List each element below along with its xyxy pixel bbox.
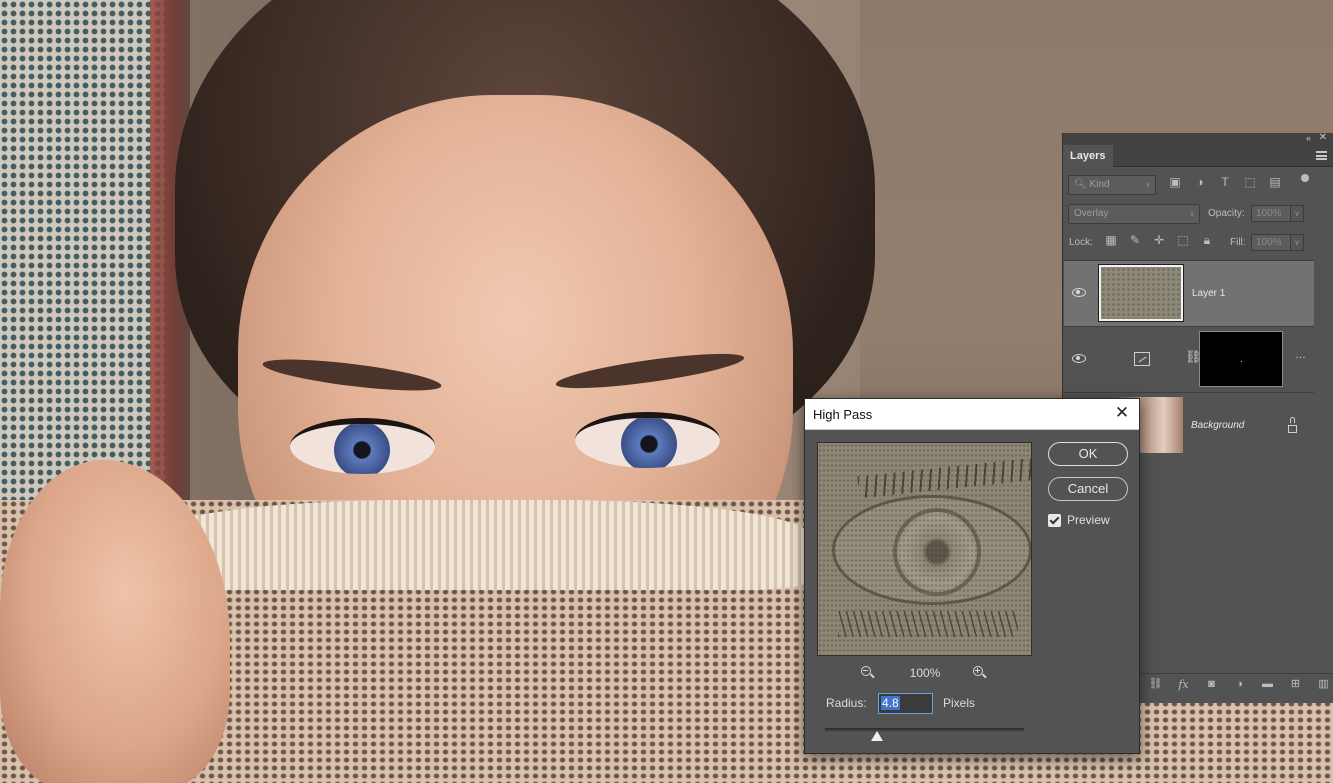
close-icon[interactable]: ✕ <box>1113 404 1131 422</box>
radius-units-label: Pixels <box>943 696 976 710</box>
fill-dropdown-icon[interactable]: ∨ <box>1290 234 1304 251</box>
lock-label: Lock: <box>1069 237 1093 248</box>
fill-input[interactable]: 100% <box>1251 234 1291 251</box>
add-mask-icon[interactable]: ◙ <box>1204 677 1219 692</box>
chevron-down-icon: ∨ <box>1189 209 1195 218</box>
preview-texture <box>818 443 1031 655</box>
layer-name[interactable]: Layer 1 <box>1192 288 1225 299</box>
preview-checkbox[interactable] <box>1048 514 1061 527</box>
lock-transparent-pixels-icon[interactable]: ▦ <box>1104 233 1118 247</box>
zoom-out-icon[interactable] <box>860 665 876 681</box>
radius-slider-track[interactable] <box>825 728 1024 731</box>
radius-input[interactable]: 4.8 <box>878 693 933 714</box>
smart-object-filter-icon[interactable]: ▤ <box>1268 175 1282 189</box>
preview-label: Preview <box>1067 513 1110 527</box>
new-group-folder-icon[interactable]: ▬ <box>1260 677 1275 692</box>
layer-thumbnail[interactable] <box>1098 264 1184 322</box>
link-layers-icon[interactable]: ⛓︎ <box>1148 677 1163 692</box>
collapse-panel-icon[interactable]: « <box>1306 133 1311 143</box>
chevron-down-icon: ∨ <box>1145 180 1151 189</box>
cancel-button[interactable]: Cancel <box>1048 477 1128 501</box>
delete-layer-trash-icon[interactable]: ▥ <box>1316 677 1331 692</box>
lock-artboard-icon[interactable]: ⬚ <box>1176 233 1190 247</box>
visibility-eye-icon[interactable] <box>1072 288 1086 297</box>
layer-mask-thumbnail[interactable] <box>1199 331 1283 387</box>
zoom-controls: 100% <box>817 663 1032 683</box>
type-layer-filter-icon[interactable]: T <box>1218 175 1232 189</box>
zoom-in-icon[interactable] <box>972 665 988 681</box>
right-iris <box>621 418 677 468</box>
blend-row: Overlay ∨ Opacity: 100% ∨ <box>1063 200 1333 228</box>
lock-icon <box>1288 417 1297 433</box>
lock-position-icon[interactable]: ✛ <box>1152 233 1166 247</box>
filter-row: 🔍︎ Kind ∨ ▣ ◑ T ⬚ ▤ <box>1063 171 1333 199</box>
right-eye <box>575 412 720 468</box>
new-layer-icon[interactable]: ⊞ <box>1288 677 1303 692</box>
shape-layer-filter-icon[interactable]: ⬚ <box>1243 175 1257 189</box>
sweater-collar <box>150 500 810 590</box>
blend-mode-select[interactable]: Overlay ∨ <box>1068 204 1200 224</box>
left-iris <box>334 424 390 474</box>
new-adjustment-icon[interactable]: ◑ <box>1232 677 1247 692</box>
left-eye <box>290 418 435 474</box>
high-pass-dialog: High Pass ✕ 100% OK Cancel Preview Radiu… <box>804 398 1140 754</box>
panel-topbar: « ✕ <box>1063 132 1333 145</box>
curves-adjustment-icon[interactable] <box>1134 352 1150 366</box>
filter-kind-value: Kind <box>1089 179 1110 190</box>
close-panel-icon[interactable]: ✕ <box>1319 132 1327 143</box>
panel-tabbar: Layers <box>1063 145 1333 167</box>
radius-label: Radius: <box>826 696 867 710</box>
filter-icons: ▣ ◑ T ⬚ ▤ <box>1168 175 1282 189</box>
lock-image-pixels-icon[interactable]: ✎ <box>1128 233 1142 247</box>
lock-row: Lock: ▦ ✎ ✛ ⬚ 🔒︎ Fill: 100% ∨ <box>1063 229 1333 257</box>
filter-kind-select[interactable]: 🔍︎ Kind ∨ <box>1068 175 1156 195</box>
filter-preview[interactable] <box>817 442 1032 656</box>
more-icon: … <box>1295 349 1306 361</box>
search-icon: 🔍︎ <box>1074 179 1087 190</box>
lock-icons: ▦ ✎ ✛ ⬚ 🔒︎ <box>1104 233 1214 247</box>
panel-menu-icon[interactable] <box>1316 151 1327 160</box>
ok-button[interactable]: OK <box>1048 442 1128 466</box>
layer-row-layer-1[interactable]: Layer 1 <box>1064 260 1314 326</box>
filter-toggle-icon[interactable] <box>1301 174 1309 182</box>
radius-slider-thumb[interactable] <box>870 731 883 741</box>
opacity-label: Opacity: <box>1208 208 1245 219</box>
fx-icon[interactable]: fx <box>1176 677 1191 692</box>
tab-layers[interactable]: Layers <box>1063 145 1113 167</box>
blend-mode-value: Overlay <box>1074 208 1109 219</box>
layer-row-adjustment[interactable]: ⛓︎ … <box>1064 326 1314 392</box>
dialog-title: High Pass <box>813 407 873 422</box>
adjustment-layer-filter-icon[interactable]: ◑ <box>1193 175 1207 189</box>
visibility-eye-icon[interactable] <box>1072 354 1086 363</box>
opacity-dropdown-icon[interactable]: ∨ <box>1290 205 1304 222</box>
lock-all-icon[interactable]: 🔒︎ <box>1200 233 1214 247</box>
preview-checkbox-row[interactable]: Preview <box>1048 513 1138 529</box>
radius-value: 4.8 <box>881 696 900 710</box>
dialog-titlebar[interactable]: High Pass ✕ <box>805 399 1139 430</box>
opacity-input[interactable]: 100% <box>1251 205 1291 222</box>
fill-label: Fill: <box>1230 237 1246 248</box>
zoom-level: 100% <box>909 666 941 680</box>
layer-name[interactable]: Background <box>1191 420 1244 431</box>
pixel-layer-filter-icon[interactable]: ▣ <box>1168 175 1182 189</box>
